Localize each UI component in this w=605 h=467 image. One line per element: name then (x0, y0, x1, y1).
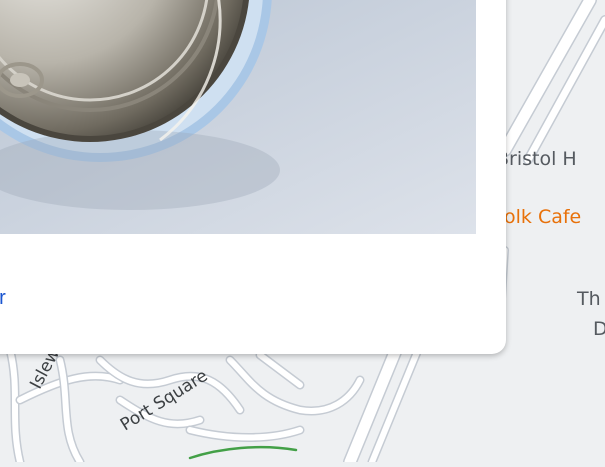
map-label-th: Th (577, 288, 601, 310)
can-photo-image (0, 0, 476, 234)
map-label-bristol[interactable]: Bristol H (496, 150, 577, 169)
place-photo[interactable] (0, 0, 476, 234)
place-website-link[interactable]: er (0, 287, 6, 310)
map-label-d: D (593, 318, 605, 340)
place-info-card: er (0, 0, 506, 354)
map-label-cafe[interactable]: olk Cafe (504, 208, 581, 227)
